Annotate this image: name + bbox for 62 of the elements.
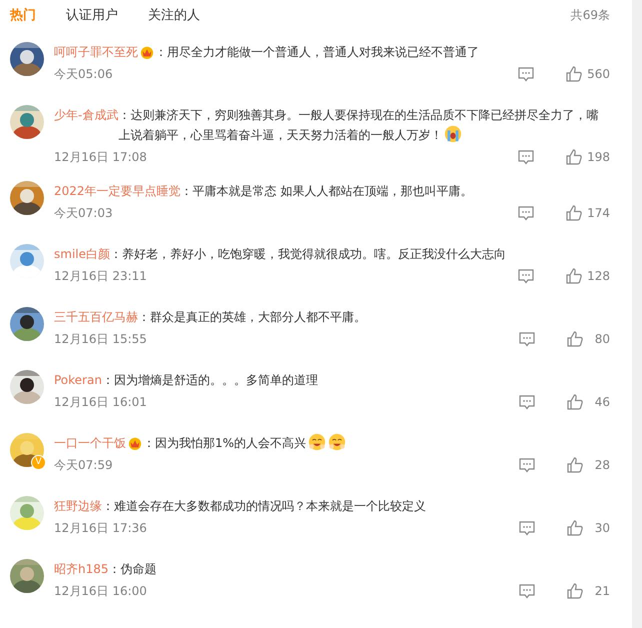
timestamp: 12月16日 17:36 <box>54 520 147 536</box>
timestamp: 12月16日 15:55 <box>54 330 147 348</box>
comment-icon[interactable] <box>517 268 536 284</box>
comment-icon[interactable] <box>518 331 536 347</box>
thumbs-up-icon[interactable] <box>565 65 584 83</box>
timestamp: 今天07:03 <box>54 204 113 222</box>
verified-badge: V <box>31 455 46 470</box>
tab[interactable]: 关注的人 <box>148 6 200 24</box>
comment-icon[interactable] <box>518 394 536 410</box>
thumbs-up-icon[interactable] <box>566 330 584 348</box>
comment-count: 共69条 <box>570 6 610 24</box>
comment-icon[interactable] <box>518 583 536 599</box>
timestamp: 12月16日 16:00 <box>54 582 147 600</box>
thumbs-up-icon[interactable] <box>565 204 584 222</box>
like-count: 30 <box>594 521 610 535</box>
thumbs-up-icon[interactable] <box>565 148 584 166</box>
thumbs-up-icon[interactable] <box>565 267 584 285</box>
comment-icon[interactable] <box>518 520 536 536</box>
username[interactable]: smile白颜 <box>54 244 110 264</box>
thumbs-up-icon[interactable] <box>566 519 584 537</box>
comment-text: ：群众是真正的英雄，大部分人都不平庸。 <box>138 309 367 326</box>
comment-text: ：因为我怕那1%的人会不高兴 <box>143 433 610 453</box>
grinning-emoji-icon <box>328 433 346 451</box>
comment-text: ：达则兼济天下，穷则独善其身。一般人要保持现在的生活品质不下降已经拼尽全力了，嘴上说着躺平，心里骂着奋斗逼，天天努力活着的一般人万岁！ <box>118 107 600 145</box>
like-count: 28 <box>594 458 610 472</box>
username[interactable]: 昭齐h185 <box>54 559 109 579</box>
comment-text: ：用尽全力才能做一个普通人，普通人对我来说已经不普通了 <box>155 44 480 61</box>
timestamp: 今天05:06 <box>54 66 113 82</box>
timestamp: 今天07:59 <box>54 456 113 474</box>
username[interactable]: 狂野边缘 <box>54 496 102 516</box>
crying-emoji-icon <box>444 125 462 143</box>
username[interactable]: 三千五百亿马赫 <box>54 307 138 327</box>
like-count: 46 <box>594 395 610 409</box>
like-count: 174 <box>587 206 610 220</box>
comment-text: ：养好老，养好小，吃饱穿暖，我觉得就很成功。嗐。反正我没什么大志向 <box>110 246 507 263</box>
username[interactable]: 呵呵子罪不至死 <box>54 42 138 62</box>
like-count: 128 <box>587 269 610 283</box>
like-count: 198 <box>587 150 610 164</box>
thumbs-up-icon[interactable] <box>566 582 584 600</box>
comment-text: ：难道会存在大多数都成功的情况吗？本来就是一个比较定义 <box>102 498 427 515</box>
thumbs-up-icon[interactable] <box>566 456 584 474</box>
comment-text: ：伪命题 <box>108 561 158 578</box>
username[interactable]: Pokeran <box>54 370 102 390</box>
grinning-emoji-icon <box>308 433 326 451</box>
username[interactable]: 2022年一定要早点睡觉 <box>54 181 181 201</box>
like-count: 560 <box>587 67 610 81</box>
thumbs-up-icon[interactable] <box>566 393 584 411</box>
username[interactable]: 少年-倉成武 <box>54 105 118 125</box>
timestamp: 12月16日 23:11 <box>54 268 147 284</box>
like-count: 21 <box>594 584 610 598</box>
like-count: 80 <box>594 332 610 346</box>
comment-text: ：平庸本就是常态 如果人人都站在顶端，那也叫平庸。 <box>180 183 474 200</box>
timestamp: 12月16日 17:08 <box>54 148 147 166</box>
comment-icon[interactable] <box>517 66 536 82</box>
timestamp: 12月16日 16:01 <box>54 394 147 410</box>
comment-icon[interactable] <box>517 149 536 165</box>
tab[interactable]: 热门 <box>10 6 36 24</box>
comment-icon[interactable] <box>518 457 536 473</box>
username[interactable]: 一口一个干饭 <box>54 433 126 453</box>
tab[interactable]: 认证用户 <box>66 6 118 24</box>
comment-icon[interactable] <box>517 205 536 221</box>
comment-text: ：因为增熵是舒适的。。。多简单的道理 <box>102 372 319 389</box>
